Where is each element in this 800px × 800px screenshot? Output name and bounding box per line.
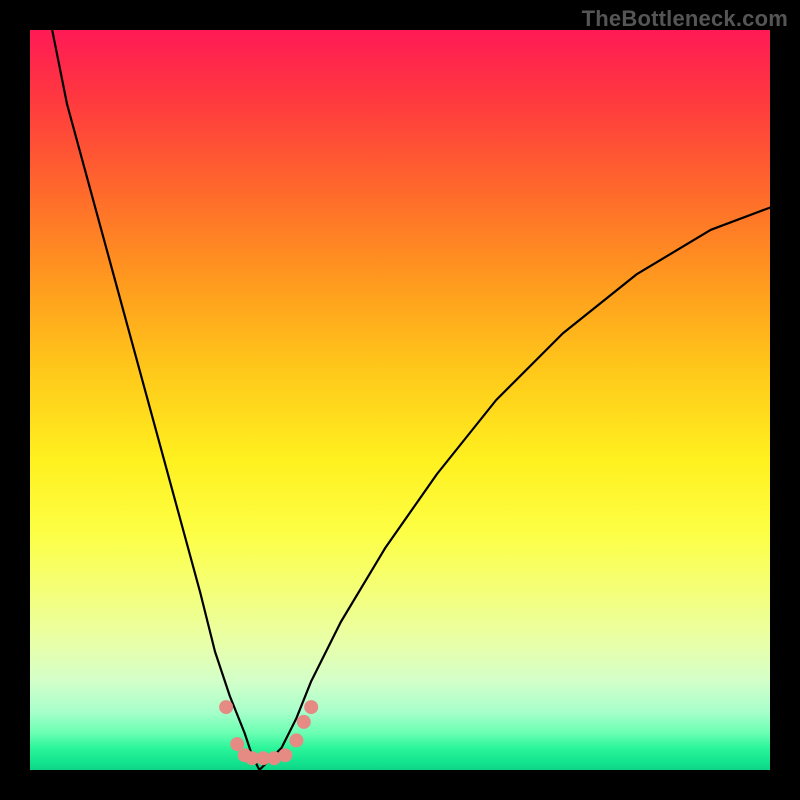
highlight-dot bbox=[304, 700, 318, 714]
curve-line bbox=[52, 30, 770, 770]
chart-frame: TheBottleneck.com bbox=[0, 0, 800, 800]
highlight-dot bbox=[219, 700, 233, 714]
watermark-text: TheBottleneck.com bbox=[582, 6, 788, 32]
plot-area bbox=[30, 30, 770, 770]
curve-layer bbox=[30, 30, 770, 770]
highlight-dot bbox=[297, 715, 311, 729]
bottleneck-curve bbox=[52, 30, 770, 770]
highlight-dot bbox=[278, 748, 292, 762]
highlight-dot bbox=[289, 733, 303, 747]
highlight-dots bbox=[219, 700, 318, 765]
